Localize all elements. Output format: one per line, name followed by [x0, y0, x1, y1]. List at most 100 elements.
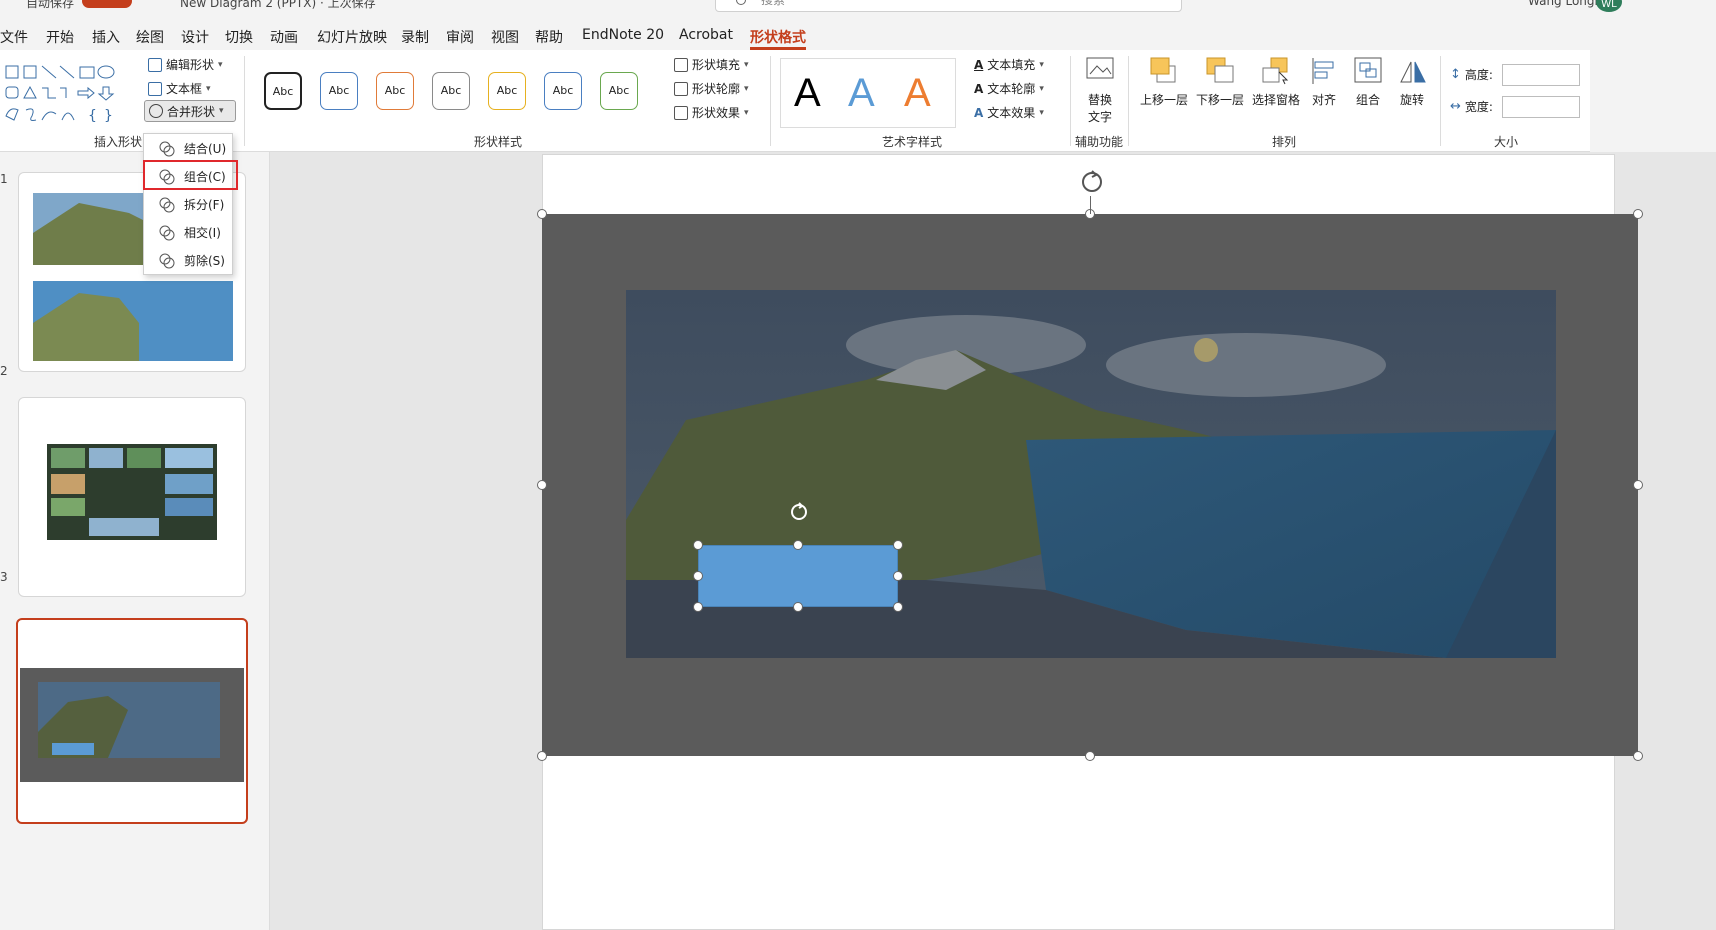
tab-shape-format[interactable]: 形状格式	[750, 27, 806, 50]
chevron-down-icon: ▾	[744, 59, 749, 70]
blue-shape-resize-handle[interactable]	[693, 571, 703, 581]
shape-style-5[interactable]: Abc	[488, 72, 526, 110]
blue-shape-resize-handle[interactable]	[893, 571, 903, 581]
tab-draw[interactable]: 绘图	[136, 27, 164, 47]
shape-style-6[interactable]: Abc	[544, 72, 582, 110]
merge-shapes-label: 合并形状	[167, 104, 216, 119]
alt-text-icon	[1086, 57, 1114, 79]
overlay-resize-handle[interactable]	[1085, 751, 1095, 761]
thumbnail-image	[47, 444, 217, 540]
shape-style-4[interactable]: Abc	[432, 72, 470, 110]
edit-shape-icon	[148, 57, 162, 72]
tab-insert[interactable]: 插入	[92, 27, 120, 47]
alt-text-label-2: 文字	[1087, 110, 1112, 124]
text-outline-button[interactable]: A 文本轮廓 ▾	[974, 80, 1044, 97]
overlay-resize-handle[interactable]	[1633, 209, 1643, 219]
text-effects-button[interactable]: A 文本效果 ▾	[974, 104, 1044, 121]
rotate-button[interactable]: 旋转	[1394, 56, 1430, 108]
menu-item-label: 结合(U)	[184, 142, 227, 156]
svg-text:{: {	[88, 108, 97, 124]
blue-shape-resize-handle[interactable]	[793, 540, 803, 550]
alt-text-button[interactable]: 替换 文字	[1080, 56, 1120, 125]
slide-thumbnail-3[interactable]	[16, 618, 248, 824]
wordart-style-1[interactable]: A	[794, 70, 821, 116]
document-title: New Diagram 2 (PPTX) · 上次保存	[180, 0, 376, 10]
union-icon	[159, 141, 175, 157]
height-icon: ↕	[1450, 67, 1461, 82]
shape-style-3[interactable]: Abc	[376, 72, 414, 110]
menu-item-union[interactable]: 结合(U)	[144, 134, 232, 162]
menu-item-intersect[interactable]: 相交(I)	[144, 218, 232, 246]
shape-fill-label: 形状填充	[692, 58, 741, 72]
selection-pane-button[interactable]: 选择窗格	[1250, 56, 1302, 108]
overlay-resize-handle[interactable]	[537, 209, 547, 219]
tab-animations[interactable]: 动画	[270, 27, 298, 47]
rotate-handle-small-icon[interactable]	[787, 500, 811, 524]
overlay-resize-handle[interactable]	[537, 751, 547, 761]
shape-fill-button[interactable]: 形状填充 ▾	[674, 56, 749, 73]
rotate-handle-icon[interactable]	[1078, 168, 1106, 196]
rotate-stem	[1090, 196, 1091, 214]
overlay-resize-handle[interactable]	[1633, 751, 1643, 761]
group-button[interactable]: 组合	[1350, 56, 1386, 108]
text-outline-label: 文本轮廓	[987, 82, 1036, 96]
avatar[interactable]: WL	[1596, 0, 1622, 12]
tab-slideshow[interactable]: 幻灯片放映	[317, 27, 387, 47]
tab-acrobat[interactable]: Acrobat	[679, 27, 733, 43]
tab-view[interactable]: 视图	[491, 27, 519, 47]
shape-effects-label: 形状效果	[692, 106, 741, 120]
overlay-resize-handle[interactable]	[1633, 480, 1643, 490]
autosave-toggle[interactable]	[82, 0, 132, 8]
align-button[interactable]: 对齐	[1306, 56, 1342, 108]
tab-review[interactable]: 审阅	[446, 27, 474, 47]
shape-style-2[interactable]: Abc	[320, 72, 358, 110]
menu-item-fragment[interactable]: 拆分(F)	[144, 190, 232, 218]
search-placeholder: 搜索	[761, 0, 786, 7]
tab-help[interactable]: 帮助	[535, 27, 563, 47]
slide-number: 3	[0, 570, 8, 584]
tab-home[interactable]: 开始	[46, 27, 74, 47]
chevron-down-icon: ▾	[206, 83, 211, 94]
menu-item-subtract[interactable]: 剪除(S)	[144, 246, 232, 274]
tab-transitions[interactable]: 切换	[225, 27, 253, 47]
rotate-label: 旋转	[1399, 93, 1424, 107]
search-input[interactable]: 搜索	[715, 0, 1182, 12]
blue-shape-resize-handle[interactable]	[793, 602, 803, 612]
tab-record[interactable]: 录制	[401, 27, 429, 47]
send-backward-button[interactable]: 下移一层	[1194, 56, 1246, 108]
height-input[interactable]	[1502, 64, 1580, 86]
bring-forward-button[interactable]: 上移一层	[1138, 56, 1190, 108]
slide-thumbnail-2[interactable]	[18, 397, 246, 597]
merge-shapes-icon	[149, 104, 163, 118]
divider	[1070, 56, 1071, 146]
blue-shape-resize-handle[interactable]	[893, 540, 903, 550]
blue-shape-resize-handle[interactable]	[693, 540, 703, 550]
width-input[interactable]	[1502, 96, 1580, 118]
text-fill-label: 文本填充	[987, 58, 1036, 72]
merge-shapes-button[interactable]: 合并形状 ▾	[144, 100, 236, 122]
title-bar: 自动保存 New Diagram 2 (PPTX) · 上次保存 搜索 Wang…	[0, 0, 1716, 14]
text-fill-button[interactable]: A 文本填充 ▾	[974, 56, 1044, 73]
shape-style-1[interactable]: Abc	[264, 72, 302, 110]
shape-outline-button[interactable]: 形状轮廓 ▾	[674, 80, 749, 97]
thumbnail-image	[20, 668, 244, 782]
text-effects-label: 文本效果	[987, 106, 1036, 120]
tab-design[interactable]: 设计	[181, 27, 209, 47]
text-box-button[interactable]: 文本框 ▾	[148, 80, 211, 97]
blue-shape-resize-handle[interactable]	[893, 602, 903, 612]
chevron-down-icon: ▾	[1039, 59, 1044, 70]
tab-file[interactable]: 文件	[0, 27, 28, 47]
wordart-style-3[interactable]: A	[904, 70, 931, 116]
tab-endnote[interactable]: EndNote 20	[582, 27, 664, 43]
shape-outline-label: 形状轮廓	[692, 82, 741, 96]
chevron-down-icon: ▾	[218, 59, 223, 70]
overlay-resize-handle[interactable]	[537, 480, 547, 490]
text-effects-icon: A	[974, 105, 984, 120]
edit-shape-button[interactable]: 编辑形状 ▾	[148, 56, 223, 73]
shapes-gallery[interactable]: { }	[4, 64, 134, 124]
shape-style-7[interactable]: Abc	[600, 72, 638, 110]
blue-shape-resize-handle[interactable]	[693, 602, 703, 612]
shape-effects-button[interactable]: 形状效果 ▾	[674, 104, 749, 121]
blue-rectangle-shape[interactable]	[698, 545, 898, 607]
wordart-style-2[interactable]: A	[848, 70, 875, 116]
